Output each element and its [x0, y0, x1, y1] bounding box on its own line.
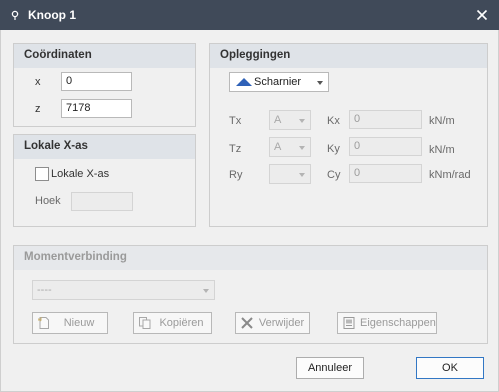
supports-panel: Opleggingen Scharnier Tx A Kx 0 kN/m Tz …	[209, 43, 488, 227]
new-document-icon	[38, 317, 49, 329]
moment-connection-value: ----	[37, 284, 52, 296]
tx-label: Tx	[229, 115, 242, 127]
chevron-down-icon	[299, 146, 305, 150]
properties-button-label: Eigenschappen	[360, 317, 436, 329]
tz-dropdown-value: A	[274, 141, 282, 153]
moment-connection-dropdown[interactable]: ----	[32, 280, 215, 300]
new-button-label: Nieuw	[63, 317, 95, 329]
new-button[interactable]: Nieuw	[32, 312, 108, 334]
chevron-down-icon	[299, 173, 305, 177]
copy-button-label: Kopiëren	[159, 317, 204, 329]
supports-title: Opleggingen	[210, 44, 487, 68]
angle-label: Hoek	[35, 195, 61, 207]
copy-icon	[139, 317, 151, 329]
x-label: x	[35, 76, 41, 88]
ky-label: Ky	[327, 143, 340, 155]
chevron-down-icon	[299, 119, 305, 123]
kx-unit: kN/m	[429, 115, 455, 127]
z-input[interactable]: 7178	[61, 99, 132, 118]
close-icon	[476, 9, 488, 21]
cy-input[interactable]: 0	[349, 164, 422, 183]
moment-connection-title: Momentverbinding	[14, 246, 487, 270]
angle-input[interactable]	[71, 192, 133, 211]
window-title: Knoop 1	[28, 8, 76, 22]
moment-connection-panel: Momentverbinding ---- Nieuw Kopiëren Ver…	[13, 245, 488, 344]
ry-dropdown[interactable]	[269, 164, 311, 184]
local-axis-checkbox[interactable]	[35, 167, 49, 181]
support-type-value: Scharnier	[254, 76, 302, 88]
cy-label: Cy	[327, 169, 341, 181]
local-axis-checkbox-label: Lokale X-as	[51, 168, 110, 180]
kx-label: Kx	[327, 115, 340, 127]
ry-label: Ry	[229, 169, 243, 181]
local-axis-title: Lokale X-as	[14, 135, 195, 159]
coordinates-panel: Coördinaten x 0 z 7178	[13, 43, 196, 127]
copy-button[interactable]: Kopiëren	[133, 312, 212, 334]
dialog-body: Coördinaten x 0 z 7178 Lokale X-as Lokal…	[0, 30, 499, 392]
delete-icon	[241, 317, 253, 329]
ky-unit: kN/m	[429, 144, 455, 156]
delete-button-label: Verwijder	[258, 317, 305, 329]
chevron-down-icon	[203, 289, 209, 293]
ky-input[interactable]: 0	[349, 137, 422, 156]
properties-icon	[343, 317, 355, 329]
z-label: z	[35, 103, 41, 115]
cy-unit: kNm/rad	[429, 169, 471, 181]
properties-button[interactable]: Eigenschappen	[337, 312, 437, 334]
hinge-support-icon	[236, 78, 252, 86]
ok-button[interactable]: OK	[416, 357, 484, 379]
delete-button[interactable]: Verwijder	[235, 312, 310, 334]
tx-dropdown[interactable]: A	[269, 110, 311, 130]
tx-dropdown-value: A	[274, 114, 282, 126]
support-type-dropdown[interactable]: Scharnier	[229, 72, 329, 92]
tz-label: Tz	[229, 143, 242, 155]
coordinates-title: Coördinaten	[14, 44, 195, 68]
kx-input[interactable]: 0	[349, 110, 422, 129]
chevron-down-icon	[317, 81, 323, 85]
cancel-button[interactable]: Annuleer	[296, 357, 364, 379]
title-bar: Knoop 1	[0, 0, 499, 30]
x-input[interactable]: 0	[61, 72, 132, 91]
close-button[interactable]	[471, 4, 493, 26]
tz-dropdown[interactable]: A	[269, 137, 311, 157]
local-axis-panel: Lokale X-as Lokale X-as Hoek	[13, 134, 196, 227]
node-icon	[11, 10, 19, 20]
